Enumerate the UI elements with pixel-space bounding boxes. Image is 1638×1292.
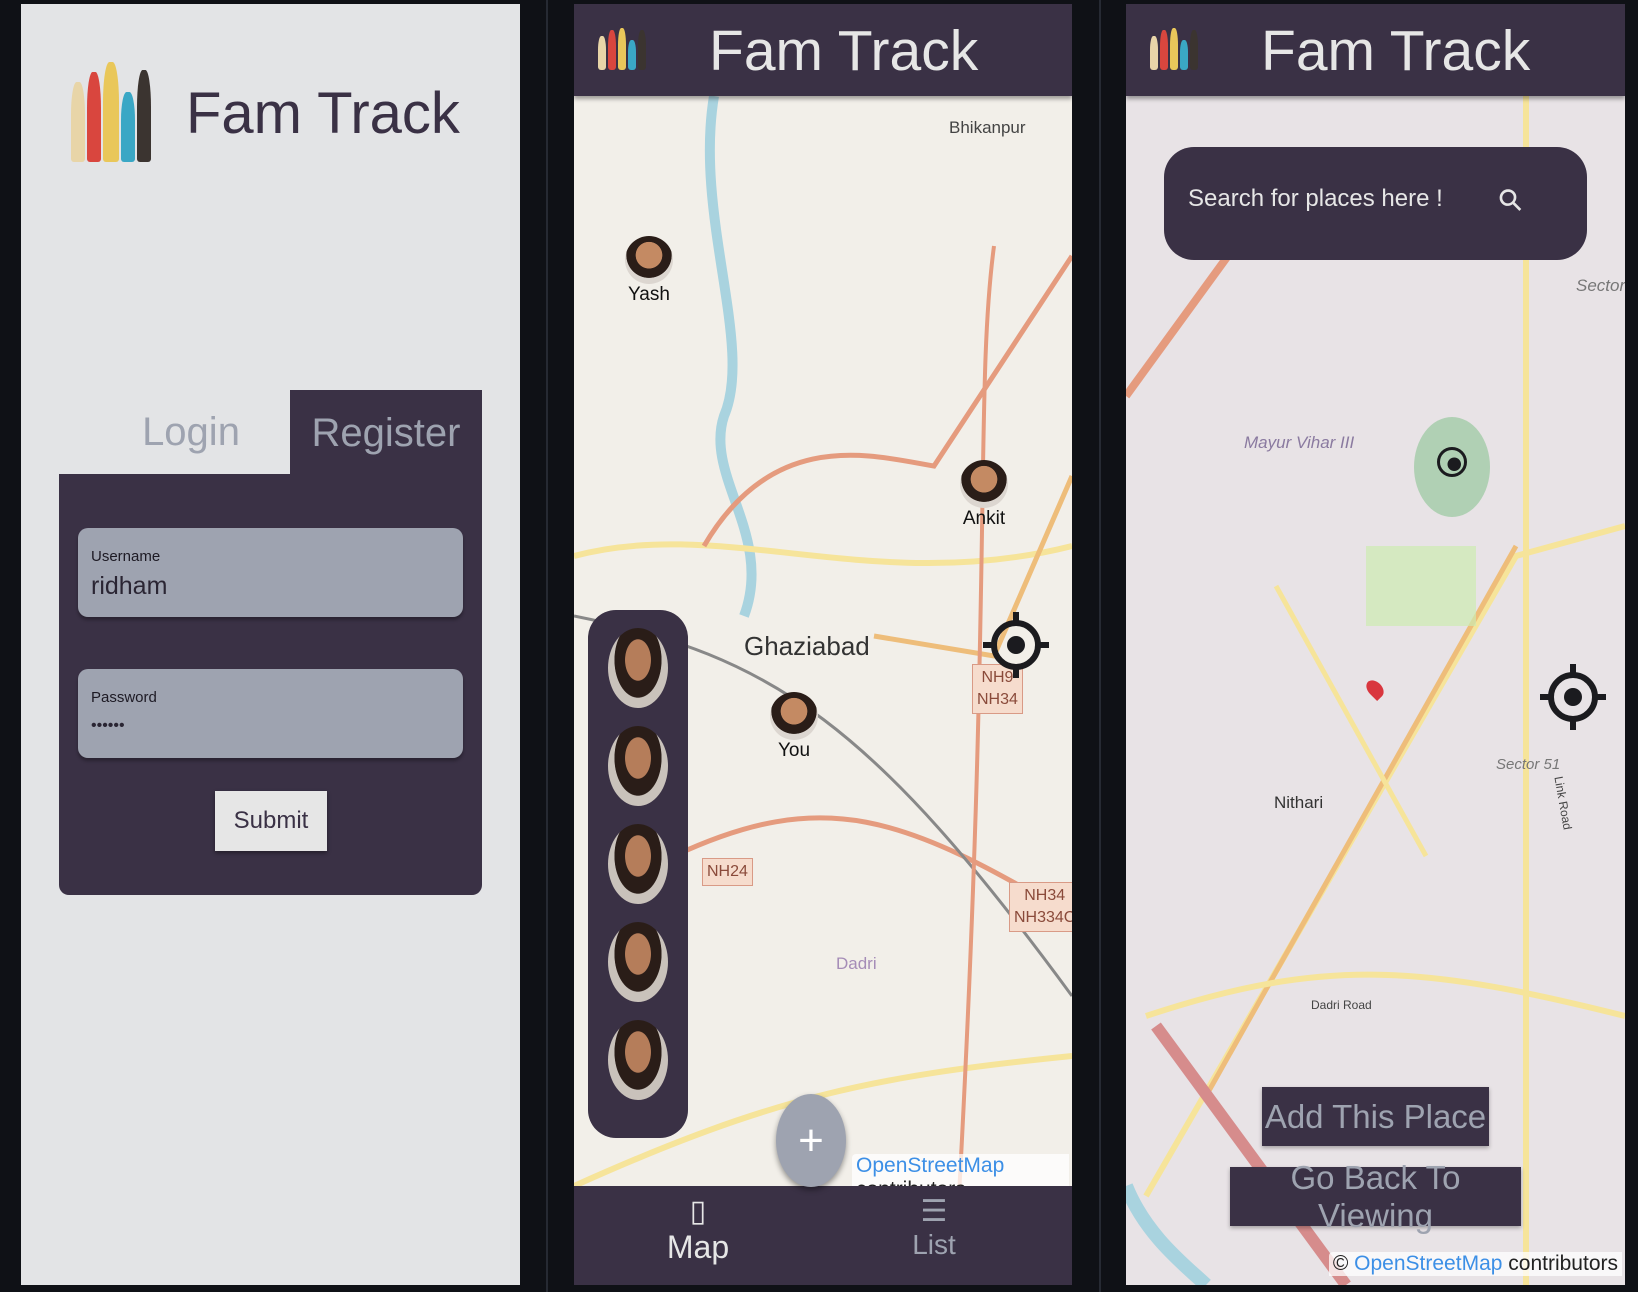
member-name: Yash: [628, 284, 670, 305]
nav-label: Map: [666, 1229, 730, 1265]
member-avatar[interactable]: [608, 922, 668, 1002]
password-field[interactable]: Password ••••••: [78, 669, 463, 758]
map-icon: ▯: [689, 1195, 707, 1228]
place-label: Mayur Vihar III: [1244, 433, 1355, 452]
road-shield: NH34 NH334C: [1009, 882, 1072, 932]
search-icon[interactable]: ⚲: [1491, 180, 1531, 220]
family-logo-icon: [71, 62, 151, 162]
member-name: You: [777, 740, 811, 761]
map-attribution: © OpenStreetMap contributors: [1328, 1252, 1622, 1276]
avatar: [770, 692, 818, 740]
add-this-place-button[interactable]: Add This Place: [1262, 1087, 1489, 1146]
member-marker-ankit[interactable]: Ankit: [954, 460, 1014, 530]
place-label: Dadri Road: [1311, 998, 1372, 1012]
attribution-text: contributors: [1508, 1252, 1618, 1275]
member-name: Ankit: [962, 508, 1006, 529]
bottom-nav: ▯ Map ☰ List: [574, 1186, 1072, 1285]
family-logo-icon: [598, 28, 646, 70]
add-fab-button[interactable]: +: [776, 1094, 846, 1187]
member-avatar[interactable]: [608, 824, 668, 904]
place-search-bar: ⚲: [1164, 147, 1587, 260]
login-screen: Fam Track Login Register Username ridham…: [21, 4, 520, 1285]
place-label: Sector 51: [1496, 756, 1561, 773]
nav-map[interactable]: ▯ Map: [638, 1194, 758, 1266]
map-view[interactable]: Mayur Vihar III Nithari Sector 63 Sector…: [1126, 96, 1625, 1285]
divider: [546, 0, 548, 1292]
member-marker-you[interactable]: You: [764, 692, 824, 762]
map-screen: Fam Track Bhikanpur Ghaziabad Dadri NH9 …: [574, 4, 1072, 1285]
member-avatar[interactable]: [608, 1020, 668, 1100]
app-title: Fam Track: [186, 81, 460, 146]
app-title: Fam Track: [709, 19, 979, 83]
place-search-input[interactable]: [1188, 185, 1488, 213]
go-back-to-viewing-button[interactable]: Go Back To Viewing: [1230, 1159, 1521, 1234]
username-label: Username: [91, 548, 161, 565]
member-avatar[interactable]: [608, 628, 668, 708]
list-icon: ☰: [920, 1195, 948, 1228]
place-label: Ghaziabad: [744, 631, 870, 661]
avatar: [960, 460, 1008, 508]
app-header: Fam Track: [1126, 4, 1625, 96]
locate-crosshair-icon[interactable]: [1540, 664, 1606, 730]
tab-register[interactable]: Register: [290, 390, 482, 476]
place-label: Sector 63: [1576, 276, 1625, 295]
locate-crosshair-icon[interactable]: [983, 612, 1049, 678]
osm-link[interactable]: OpenStreetMap: [1354, 1252, 1502, 1275]
road-shield: NH24: [702, 858, 753, 886]
nav-list[interactable]: ☰ List: [874, 1194, 994, 1261]
place-label: Nithari: [1274, 793, 1324, 812]
password-value: ••••••: [91, 717, 125, 734]
app-title: Fam Track: [1261, 19, 1531, 83]
member-avatar[interactable]: [608, 726, 668, 806]
divider: [1099, 0, 1101, 1292]
osm-link[interactable]: OpenStreetMap: [856, 1154, 1004, 1177]
member-marker-yash[interactable]: Yash: [619, 236, 679, 306]
register-form: Username ridham Password •••••• Submit: [59, 474, 482, 895]
copyright-symbol: ©: [1332, 1252, 1349, 1275]
avatar: [625, 236, 673, 284]
selected-location-icon: [1437, 447, 1467, 477]
family-logo-icon: [1150, 28, 1198, 70]
app-header: Fam Track: [574, 4, 1072, 96]
place-label: Bhikanpur: [949, 118, 1026, 137]
tab-login[interactable]: Login: [91, 390, 291, 474]
submit-button[interactable]: Submit: [215, 791, 327, 851]
username-value: ridham: [91, 572, 168, 600]
place-label: Dadri: [836, 954, 877, 973]
add-place-screen: Fam Track Mayur Vihar III Nithari Sector…: [1126, 4, 1625, 1285]
plus-icon: +: [798, 1115, 824, 1165]
nav-label: List: [912, 1229, 956, 1260]
password-label: Password: [91, 689, 157, 706]
members-sidebar: [588, 610, 688, 1138]
username-field[interactable]: Username ridham: [78, 528, 463, 617]
